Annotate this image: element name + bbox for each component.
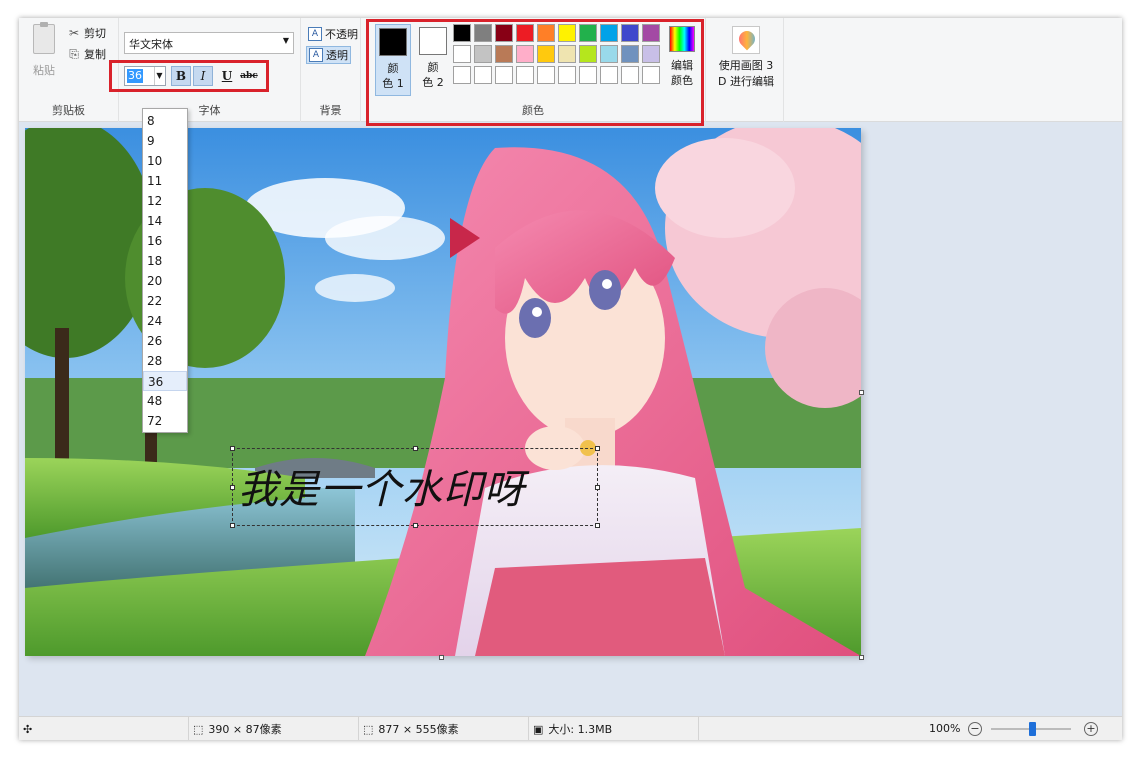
paint3d-label-2: D 进行编辑 [718,75,774,88]
cut-button[interactable]: ✂ 剪切 [67,24,106,42]
font-size-option[interactable]: 28 [143,351,187,371]
resize-handle[interactable] [230,446,235,451]
chevron-down-icon: ▼ [282,36,289,45]
resize-handle[interactable] [595,523,600,528]
font-size-option[interactable]: 18 [143,251,187,271]
font-size-option[interactable]: 24 [143,311,187,331]
font-size-option[interactable]: 48 [143,391,187,411]
cut-label: 剪切 [84,27,106,40]
font-size-option[interactable]: 9 [143,131,187,151]
highlight-box-colors [366,19,704,126]
zoom-out-button[interactable]: − [968,722,982,736]
zoom-in-button[interactable]: + [1084,722,1098,736]
resize-handle[interactable] [413,446,418,451]
copy-button[interactable]: ⎘ 复制 [67,45,106,63]
copy-icon: ⎘ [69,47,79,61]
text-selection-box[interactable]: 我是一个水印呀 [230,446,600,528]
scissors-icon: ✂ [68,26,80,40]
status-spacer [699,717,909,740]
resize-handle[interactable] [595,446,600,451]
resize-handle[interactable] [595,485,600,490]
font-size-option[interactable]: 11 [143,171,187,191]
selection-size: ⬚ 390 × 87像素 [189,717,359,740]
font-size-option[interactable]: 20 [143,271,187,291]
cursor-position: ✣ [19,717,189,740]
font-size-option[interactable]: 26 [143,331,187,351]
image-size: ⬚ 877 × 555像素 [359,717,529,740]
paste-label: 粘贴 [33,64,55,77]
transparent-option[interactable]: A 透明 [306,46,351,64]
font-size-option[interactable]: 10 [143,151,187,171]
font-size-option[interactable]: 14 [143,211,187,231]
clipboard-group: 粘贴 ✂ 剪切 ⎘ 复制 剪贴板 [19,18,119,122]
font-size-option[interactable]: 36 [143,371,187,391]
selection-size-text: 390 × 87像素 [208,722,282,736]
paste-button[interactable]: 粘贴 [29,22,59,78]
resize-handle[interactable] [413,523,418,528]
font-family-value: 华文宋体 [129,38,173,51]
clipboard-icon [33,22,55,54]
opaque-label: 不透明 [325,28,358,41]
canvas-resize-handle-right[interactable] [859,390,864,395]
file-size-text: 大小: 1.3MB [548,722,613,736]
font-size-option[interactable]: 8 [143,111,187,131]
font-size-option[interactable]: 22 [143,291,187,311]
status-bar: ✣ ⬚ 390 × 87像素 ⬚ 877 × 555像素 ▣ 大小: 1.3MB… [19,716,1122,740]
ribbon: 粘贴 ✂ 剪切 ⎘ 复制 剪贴板 字体 华文宋体 ▼ 36 ▼ B I U ab [19,18,1122,126]
font-size-option[interactable]: 16 [143,231,187,251]
opaque-option[interactable]: A 不透明 [306,25,360,43]
paint3d-label-1: 使用画图 3 [718,59,774,72]
font-family-select[interactable]: 华文宋体 ▼ [124,32,294,54]
font-size-dropdown-list: 8 9 10 11 12 14 16 18 20 22 24 26 28 36 48 72 [142,108,188,433]
clipboard-group-label: 剪贴板 [52,104,85,117]
disk-icon: ▣ [533,722,544,736]
canvas-resize-handle-bottom[interactable] [439,655,444,660]
font-size-option[interactable]: 12 [143,191,187,211]
background-group-label: 背景 [319,104,342,117]
paint3d-icon [732,26,760,54]
opaque-icon: A [308,27,322,41]
resize-handle[interactable] [230,523,235,528]
image-size-text: 877 × 555像素 [378,722,459,736]
paint-window: 粘贴 ✂ 剪切 ⎘ 复制 剪贴板 字体 华文宋体 ▼ 36 ▼ B I U ab [19,18,1122,740]
font-size-option[interactable]: 72 [143,411,187,431]
move-cursor-icon: ✣ [23,722,33,736]
transparent-label: 透明 [326,49,348,62]
watermark-text[interactable]: 我是一个水印呀 [238,457,525,515]
zoom-level: 100% [929,722,961,735]
selection-icon: ⬚ [193,722,204,736]
canvas-resize-handle-corner[interactable] [859,655,864,660]
highlight-box-font [109,60,269,92]
zoom-slider-thumb[interactable] [1029,722,1036,736]
file-size: ▣ 大小: 1.3MB [529,717,699,740]
resize-handle[interactable] [230,485,235,490]
paint3d-button[interactable]: 使用画图 3 D 进行编辑 [711,26,781,90]
transparent-icon: A [309,48,323,62]
image-size-icon: ⬚ [363,722,374,736]
copy-label: 复制 [84,48,106,61]
